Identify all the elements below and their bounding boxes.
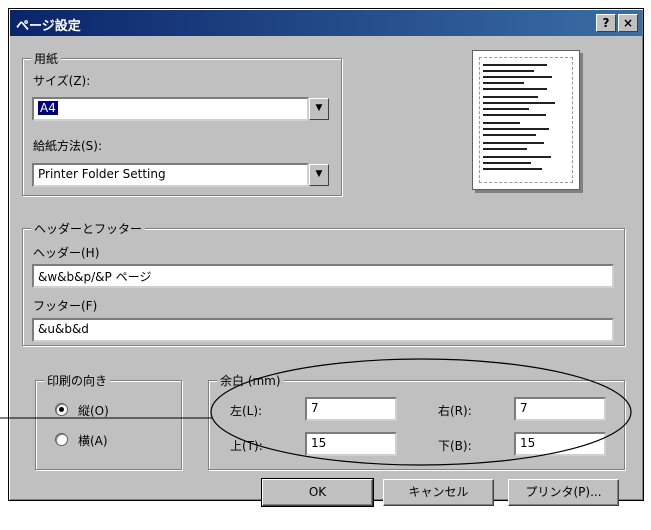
annotation-ellipse <box>210 358 632 466</box>
annotation-overlay <box>0 358 632 466</box>
